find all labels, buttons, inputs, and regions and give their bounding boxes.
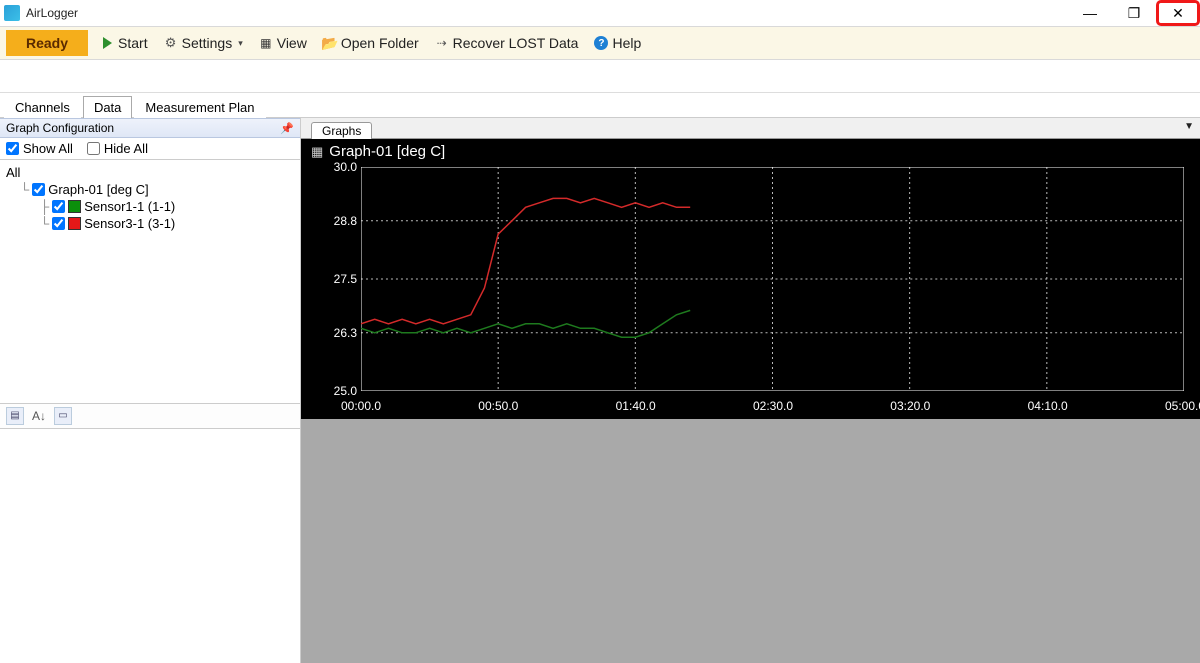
- help-button[interactable]: ? Help: [590, 33, 645, 53]
- start-label: Start: [118, 35, 148, 51]
- view-button[interactable]: ▦ View: [255, 33, 311, 53]
- workspace: Graph Configuration 📌 Show All Hide All …: [0, 118, 1200, 663]
- pin-icon[interactable]: 📌: [280, 122, 294, 135]
- x-tick-label: 00:00.0: [341, 399, 381, 413]
- tree-branch-icon: └: [20, 182, 29, 197]
- app-icon: [4, 5, 20, 21]
- list-icon[interactable]: ▭: [54, 407, 72, 425]
- grid-icon: ▦: [259, 36, 273, 50]
- show-all-label: Show All: [23, 141, 73, 156]
- play-icon: [100, 36, 114, 50]
- show-all-input[interactable]: [6, 142, 19, 155]
- color-swatch-green: [68, 200, 81, 213]
- show-all-checkbox[interactable]: Show All: [6, 141, 73, 156]
- x-tick-label: 04:10.0: [1028, 399, 1068, 413]
- tab-data[interactable]: Data: [83, 96, 132, 118]
- tree-sensor-node[interactable]: ├ Sensor1-1 (1-1): [6, 198, 294, 215]
- graph-tree: All └ Graph-01 [deg C] ├ Sensor1-1 (1-1)…: [0, 160, 300, 404]
- settings-button[interactable]: ⚙ Settings ▾: [160, 33, 247, 53]
- tree-branch-icon: └: [40, 216, 49, 231]
- series-line: [361, 198, 690, 323]
- tree-sensor-check[interactable]: [52, 200, 65, 213]
- tree-root[interactable]: All: [6, 164, 294, 181]
- x-tick-label: 03:20.0: [890, 399, 930, 413]
- app-title: AirLogger: [26, 6, 78, 20]
- tab-channels[interactable]: Channels: [4, 96, 81, 118]
- x-tick-label: 02:30.0: [753, 399, 793, 413]
- graphs-tabbar: Graphs ▼: [301, 118, 1200, 139]
- sidebar: Graph Configuration 📌 Show All Hide All …: [0, 118, 301, 663]
- folder-icon: 📂: [323, 36, 337, 50]
- tree-sensor-check[interactable]: [52, 217, 65, 230]
- tree-sensor-node[interactable]: └ Sensor3-1 (3-1): [6, 215, 294, 232]
- window-controls: — ❐ ✕: [1068, 0, 1200, 26]
- main-tabs: Channels Data Measurement Plan: [0, 93, 1200, 118]
- chevron-down-icon[interactable]: ▼: [1184, 121, 1194, 132]
- sort-label[interactable]: A↓: [32, 409, 46, 423]
- chart-area: ▦ Graph-01 [deg C] 25.0 26.3 27.5 28.8 30.0 0…: [301, 139, 1200, 419]
- right-pane: Graphs ▼ ▦ Graph-01 [deg C] 25.0 26.3 27.5…: [301, 118, 1200, 663]
- tree-sensor-label: Sensor1-1 (1-1): [84, 199, 175, 214]
- x-tick-label: 00:50.0: [478, 399, 518, 413]
- tree-graph-label: Graph-01 [deg C]: [48, 182, 148, 197]
- blank-strip: [0, 60, 1200, 93]
- tree-branch-icon: ├: [40, 199, 49, 214]
- chart-title: ▦ Graph-01 [deg C]: [311, 143, 445, 160]
- open-folder-label: Open Folder: [341, 35, 419, 51]
- y-tick-label: 28.8: [307, 214, 357, 228]
- minimize-button[interactable]: —: [1068, 0, 1112, 26]
- y-tick-label: 26.3: [307, 326, 357, 340]
- sort-bar: ▤ A↓ ▭: [0, 404, 300, 429]
- tree-graph-check[interactable]: [32, 183, 45, 196]
- recover-label: Recover LOST Data: [453, 35, 579, 51]
- tree-sensor-label: Sensor3-1 (3-1): [84, 216, 175, 231]
- settings-label: Settings: [182, 35, 233, 51]
- empty-area: [301, 419, 1200, 663]
- help-icon: ?: [594, 36, 608, 50]
- help-label: Help: [612, 35, 641, 51]
- open-folder-button[interactable]: 📂 Open Folder: [319, 33, 423, 53]
- hide-all-input[interactable]: [87, 142, 100, 155]
- x-tick-label: 01:40.0: [616, 399, 656, 413]
- sidebar-header-label: Graph Configuration: [6, 121, 114, 135]
- toolbar: Ready Start ⚙ Settings ▾ ▦ View 📂 Open F…: [0, 27, 1200, 60]
- maximize-button[interactable]: ❐: [1112, 0, 1156, 26]
- title-bar: AirLogger — ❐ ✕: [0, 0, 1200, 27]
- chart-title-label: Graph-01 [deg C]: [329, 143, 445, 160]
- color-swatch-red: [68, 217, 81, 230]
- x-tick-label: 05:00.0: [1165, 399, 1200, 413]
- tab-measurement-plan[interactable]: Measurement Plan: [134, 96, 265, 118]
- y-tick-label: 25.0: [307, 384, 357, 398]
- tree-graph-node[interactable]: └ Graph-01 [deg C]: [6, 181, 294, 198]
- status-chip: Ready: [6, 30, 88, 56]
- chart-icon: ▦: [311, 144, 323, 160]
- close-button[interactable]: ✕: [1156, 0, 1200, 26]
- show-hide-row: Show All Hide All: [0, 138, 300, 160]
- graphs-tab[interactable]: Graphs: [311, 122, 372, 139]
- start-button[interactable]: Start: [96, 33, 152, 53]
- plot[interactable]: [361, 167, 1184, 391]
- properties-panel: [0, 429, 300, 663]
- y-tick-label: 30.0: [307, 160, 357, 174]
- chevron-down-icon: ▾: [238, 38, 243, 49]
- gear-icon: ⚙: [164, 36, 178, 50]
- recover-button[interactable]: ⇢ Recover LOST Data: [431, 33, 583, 53]
- sidebar-header: Graph Configuration 📌: [0, 118, 300, 138]
- view-label: View: [277, 35, 307, 51]
- hide-all-label: Hide All: [104, 141, 148, 156]
- recover-icon: ⇢: [435, 36, 449, 50]
- tree-root-label: All: [6, 165, 20, 180]
- y-tick-label: 27.5: [307, 272, 357, 286]
- categorize-icon[interactable]: ▤: [6, 407, 24, 425]
- hide-all-checkbox[interactable]: Hide All: [87, 141, 148, 156]
